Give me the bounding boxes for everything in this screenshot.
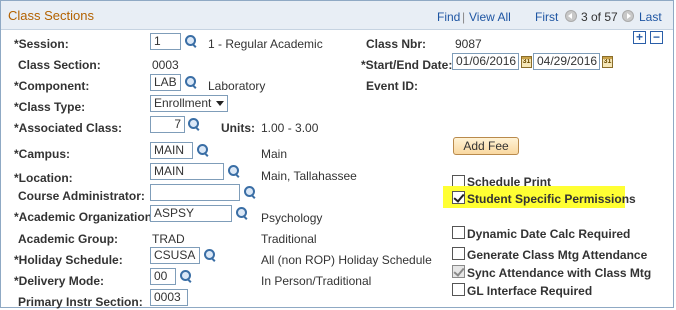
academic-org-input[interactable]: ASPSY [150, 205, 232, 222]
session-label: *Session: [14, 37, 69, 51]
session-input[interactable]: 1 [150, 33, 181, 50]
delivery-mode-lookup-icon[interactable] [179, 269, 193, 283]
start-end-date-label: *Start/End Date: [361, 58, 453, 72]
holiday-schedule-label: *Holiday Schedule: [14, 253, 123, 267]
class-type-select[interactable]: Enrollment [150, 95, 228, 112]
start-date-input[interactable]: 01/06/2016 [452, 53, 519, 70]
associated-class-lookup-icon[interactable] [187, 117, 201, 131]
generate-class-mtg-checkbox[interactable] [452, 247, 465, 260]
location-input[interactable]: MAIN [150, 163, 224, 180]
holiday-schedule-lookup-icon[interactable] [203, 248, 217, 262]
last-link[interactable]: Last [639, 10, 662, 24]
sync-attendance-label: Sync Attendance with Class Mtg [467, 266, 652, 280]
event-id-label: Event ID: [366, 79, 419, 93]
campus-input[interactable]: MAIN [150, 142, 193, 159]
component-description: Laboratory [208, 79, 266, 93]
course-admin-input[interactable] [150, 184, 240, 201]
location-label: *Location: [14, 171, 73, 185]
component-input[interactable]: LAB [150, 74, 181, 91]
student-specific-permissions-label: Student Specific Permissions [467, 192, 636, 206]
academic-group-description: Traditional [261, 232, 317, 246]
session-lookup-icon[interactable] [184, 34, 198, 48]
add-row-button[interactable]: + [633, 31, 646, 44]
dynamic-date-calc-label: Dynamic Date Calc Required [467, 227, 631, 241]
primary-instr-section-input[interactable]: 0003 [150, 289, 188, 306]
academic-org-lookup-icon[interactable] [235, 206, 249, 220]
component-lookup-icon[interactable] [184, 75, 198, 89]
course-admin-lookup-icon[interactable] [243, 185, 257, 199]
end-date-calendar-icon[interactable]: 31 [602, 56, 613, 68]
class-nbr-value: 9087 [455, 37, 482, 51]
class-section-label: Class Section: [18, 58, 101, 72]
gl-interface-checkbox[interactable] [452, 283, 465, 296]
student-specific-permissions-checkbox[interactable] [452, 191, 465, 204]
next-row-icon[interactable] [622, 10, 634, 22]
location-description: Main, Tallahassee [261, 169, 357, 183]
previous-row-icon[interactable] [565, 10, 577, 22]
class-type-label: *Class Type: [14, 100, 86, 114]
holiday-schedule-description: All (non ROP) Holiday Schedule [261, 253, 432, 267]
units-value: 1.00 - 3.00 [261, 121, 319, 135]
component-label: *Component: [14, 79, 90, 93]
associated-class-label: *Associated Class: [14, 121, 123, 135]
gl-interface-label: GL Interface Required [467, 284, 593, 298]
add-fee-button[interactable]: Add Fee [453, 137, 519, 155]
dynamic-date-calc-checkbox[interactable] [452, 226, 465, 239]
row-counter: 3 of 57 [581, 10, 618, 24]
units-label: Units: [221, 121, 255, 135]
delivery-mode-label: *Delivery Mode: [14, 274, 105, 288]
generate-class-mtg-label: Generate Class Mtg Attendance [467, 248, 648, 262]
view-all-link[interactable]: View All [469, 10, 511, 24]
holiday-schedule-input[interactable]: CSUSA [150, 247, 200, 264]
campus-lookup-icon[interactable] [196, 143, 210, 157]
academic-group-label: Academic Group: [18, 232, 119, 246]
panel-title: Class Sections [8, 8, 94, 23]
academic-group-value: TRAD [152, 232, 185, 246]
delivery-mode-input[interactable]: 00 [150, 268, 176, 285]
first-link[interactable]: First [535, 10, 558, 24]
campus-description: Main [261, 147, 288, 161]
class-nbr-label: Class Nbr: [366, 37, 427, 51]
associated-class-input[interactable]: 7 [150, 116, 185, 133]
session-description: 1 - Regular Academic [208, 37, 323, 51]
find-link[interactable]: Find [437, 10, 460, 24]
class-type-value: Enrollment [154, 96, 212, 110]
end-date-input[interactable]: 04/29/2016 [533, 53, 600, 70]
header-separator: | [462, 10, 466, 24]
academic-org-description: Psychology [261, 211, 323, 225]
chevron-down-icon [216, 101, 224, 106]
academic-org-label: *Academic Organization: [14, 210, 157, 224]
location-lookup-icon[interactable] [227, 164, 241, 178]
start-date-calendar-icon[interactable]: 31 [521, 56, 532, 68]
sync-attendance-checkbox[interactable] [452, 265, 465, 278]
delivery-mode-description: In Person/Traditional [261, 274, 372, 288]
course-admin-label: Course Administrator: [18, 189, 145, 203]
class-section-value: 0003 [152, 58, 179, 72]
delete-row-button[interactable]: − [650, 31, 663, 44]
primary-instr-section-label: Primary Instr Section: [18, 295, 143, 309]
campus-label: *Campus: [14, 147, 71, 161]
